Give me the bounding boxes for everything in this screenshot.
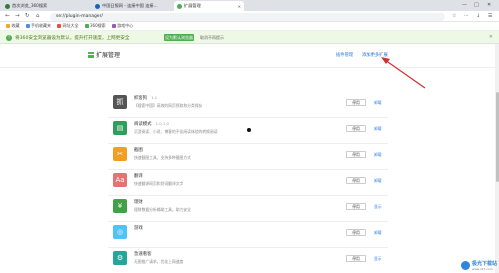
watermark-subtext: www.xz7.com — [471, 267, 493, 271]
watermark-text: 极光下载站 — [471, 261, 497, 267]
watermark-logo-icon — [460, 261, 470, 270]
annotation-arrow-icon — [381, 57, 426, 89]
watermark: 极光下载站 www.xz7.com — [460, 260, 497, 271]
